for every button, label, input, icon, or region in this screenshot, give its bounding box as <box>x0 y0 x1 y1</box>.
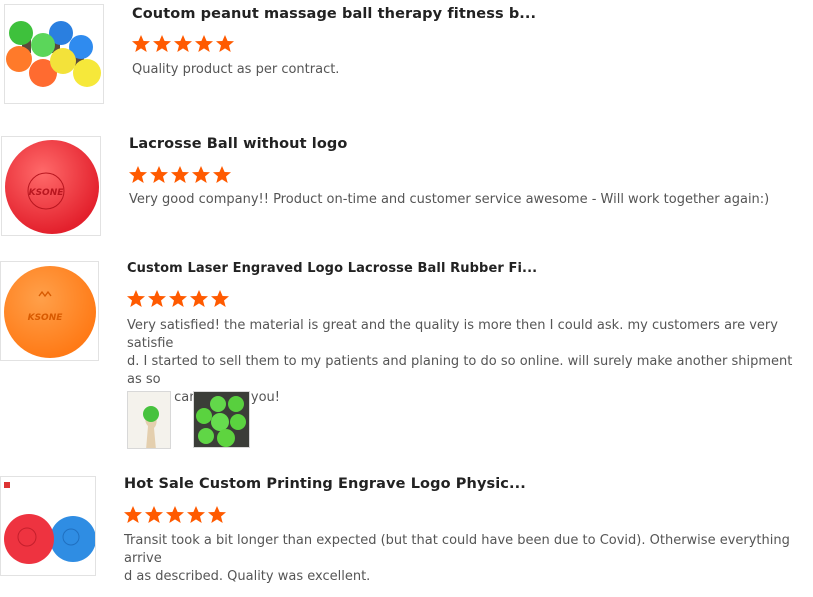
red-and-blue-balls-image <box>4 482 95 564</box>
logo-text: KSONE <box>28 313 64 323</box>
review-text: Transit took a bit longer than expected … <box>124 532 794 586</box>
review-item: Coutom peanut massage ball therapy fitne… <box>0 0 813 110</box>
star-icon <box>169 290 187 307</box>
star-icon <box>213 166 231 183</box>
review-text-line: Very satisfied! the material is great an… <box>127 318 778 351</box>
brand-mark <box>4 482 10 488</box>
star-icon <box>190 290 208 307</box>
review-product-title[interactable]: Lacrosse Ball without logo <box>129 136 347 152</box>
product-thumbnail[interactable] <box>4 4 104 104</box>
star-rating <box>126 289 230 309</box>
star-rating <box>131 34 235 54</box>
review-product-title[interactable]: Hot Sale Custom Printing Engrave Logo Ph… <box>124 476 526 492</box>
star-icon <box>145 506 163 523</box>
review-text-line: Transit took a bit longer than expected … <box>124 533 790 566</box>
star-icon <box>124 506 142 523</box>
star-icon <box>195 35 213 52</box>
star-icon <box>211 290 229 307</box>
review-text: Very good company!! Product on-time and … <box>129 192 770 207</box>
review-text-line: d. I started to sell them to my patients… <box>127 354 793 387</box>
review-product-title[interactable]: Coutom peanut massage ball therapy fitne… <box>132 6 536 22</box>
review-text-line: d as described. Quality was excellent. <box>124 569 371 584</box>
star-icon <box>150 166 168 183</box>
star-icon <box>216 35 234 52</box>
product-thumbnail[interactable]: KSONE <box>1 136 101 236</box>
peanut-massage-balls-image <box>6 21 101 87</box>
star-icon <box>187 506 205 523</box>
star-icon <box>171 166 189 183</box>
star-icon <box>148 290 166 307</box>
star-rating <box>128 165 232 185</box>
review-item: Hot Sale Custom Printing Engrave Logo Ph… <box>0 472 813 592</box>
star-icon <box>174 35 192 52</box>
logo-text: KSONE <box>29 188 65 198</box>
star-icon <box>166 506 184 523</box>
customer-photo-hand-holding-ball <box>128 392 170 448</box>
star-icon <box>208 506 226 523</box>
review-text: Quality product as per contract. <box>132 62 340 77</box>
customer-photo[interactable] <box>193 391 250 448</box>
product-thumbnail[interactable]: KSONE <box>0 261 99 361</box>
star-icon <box>129 166 147 183</box>
star-icon <box>192 166 210 183</box>
review-item: KSONE Custom Laser Engraved Logo Lacross… <box>0 255 813 455</box>
red-lacrosse-ball-image: KSONE <box>5 140 99 234</box>
customer-photo[interactable] <box>127 391 171 449</box>
orange-lacrosse-ball-image: KSONE <box>4 266 96 358</box>
review-item: KSONE Lacrosse Ball without logo Very go… <box>0 130 813 240</box>
product-thumbnail[interactable] <box>0 476 96 576</box>
star-icon <box>127 290 145 307</box>
review-product-title[interactable]: Custom Laser Engraved Logo Lacrosse Ball… <box>127 261 537 276</box>
star-rating <box>123 505 227 525</box>
customer-photo-green-balls <box>194 392 249 447</box>
star-icon <box>153 35 171 52</box>
star-icon <box>132 35 150 52</box>
